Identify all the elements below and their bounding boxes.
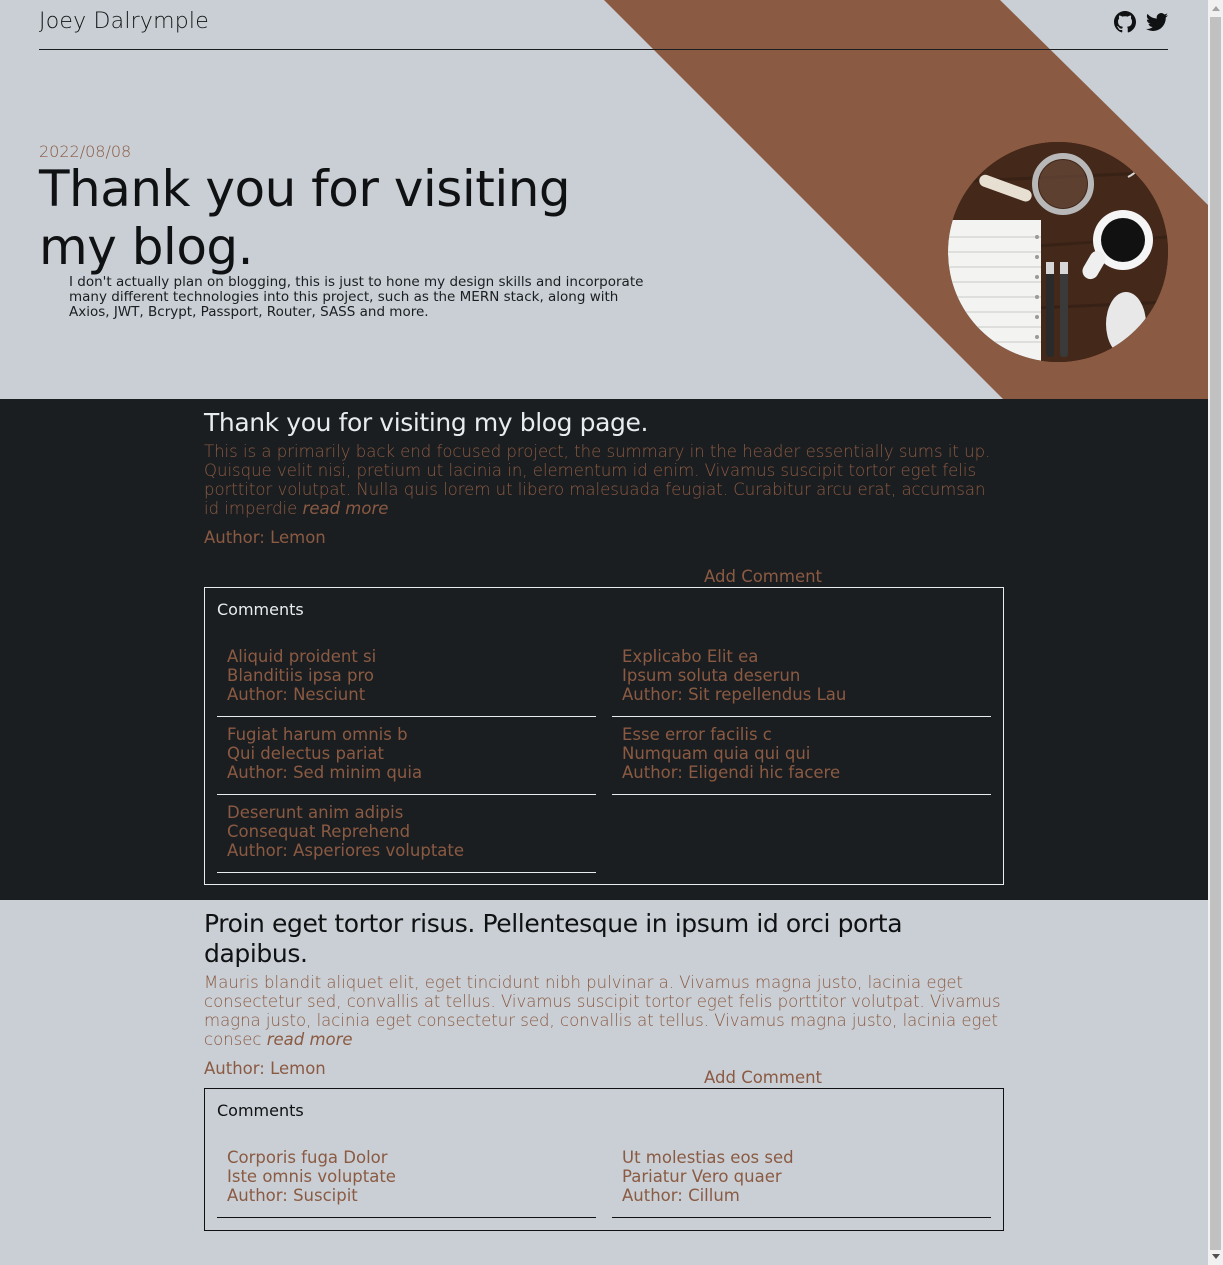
comment-title: Corporis fuga Dolor [227,1148,388,1167]
read-more-link[interactable]: read more [267,1030,353,1049]
comment-body: Consequat Reprehend [227,822,411,841]
comments-section: Comments Corporis fuga Dolor Iste omnis … [204,1088,1004,1231]
hero-title: Thank you for visiting my blog. [39,160,571,276]
comment-item: Aliquid proident si Blanditiis ipsa pro … [217,639,596,717]
blog-post: Thank you for visiting my blog page. Thi… [0,399,1208,900]
comment-author: Author: Sed minim quia [227,763,423,782]
comment-title: Esse error facilis c [622,725,772,744]
comment-author: Author: Suscipit [227,1186,358,1205]
post-body: This is a primarily back end focused pro… [204,442,1004,518]
desk-photo [948,142,1168,362]
comment-item: Fugiat harum omnis b Qui delectus pariat… [217,717,596,795]
comment-author: Author: Sit repellendus Lau [622,685,847,704]
github-icon[interactable] [1114,11,1136,33]
post-title: Thank you for visiting my blog page. [204,408,649,437]
hero-header: Joey Dalrymple 2022/08/08 Thank you for … [0,0,1208,399]
comment-title: Explicabo Elit ea [622,647,759,666]
scroll-down-arrow-icon[interactable] [1212,1254,1220,1259]
page: Joey Dalrymple 2022/08/08 Thank you for … [0,0,1208,1265]
hero-summary: I don't actually plan on blogging, this … [69,274,644,320]
comment-author: Author: Asperiores voluptate [227,841,465,860]
comment-body: Blanditiis ipsa pro [227,666,375,685]
comment-item: Deserunt anim adipis Consequat Reprehend… [217,795,596,873]
read-more-link[interactable]: read more [303,499,389,518]
post-content: Thank you for visiting my blog page. Thi… [204,408,1004,547]
post-content: Proin eget tortor risus. Pellentesque in… [204,909,1004,1078]
post-author: Author: Lemon [204,528,326,547]
scroll-up-arrow-icon[interactable] [1212,6,1220,11]
comment-body: Pariatur Vero quaer [622,1167,782,1186]
comment-body: Qui delectus pariat [227,744,385,763]
comment-title: Aliquid proident si [227,647,377,666]
comment-body: Ipsum soluta deserun [622,666,801,685]
comment-body: Numquam quia qui qui [622,744,811,763]
comment-author: Author: Eligendi hic facere [622,763,841,782]
comments-section: Comments Aliquid proident si Blanditiis … [204,587,1004,885]
comments-heading: Comments [217,1101,304,1120]
comment-author: Author: Cillum [622,1186,740,1205]
comments-heading: Comments [217,600,304,619]
scrollbar-thumb[interactable] [1210,17,1221,1250]
social-links [1114,11,1168,33]
comment-title: Deserunt anim adipis [227,803,404,822]
hero-date: 2022/08/08 [39,142,132,161]
site-owner-name[interactable]: Joey Dalrymple [39,9,209,34]
comment-author: Author: Nesciunt [227,685,366,704]
add-comment-button[interactable]: Add Comment [704,567,822,586]
comment-title: Ut molestias eos sed [622,1148,794,1167]
page-scrollbar[interactable] [1208,0,1223,1265]
post-body: Mauris blandit aliquet elit, eget tincid… [204,973,1004,1049]
post-author: Author: Lemon [204,1059,326,1078]
comment-item: Ut molestias eos sed Pariatur Vero quaer… [612,1140,991,1218]
twitter-icon[interactable] [1146,11,1168,33]
post-title: Proin eget tortor risus. Pellentesque in… [204,909,903,968]
comment-item: Explicabo Elit ea Ipsum soluta deserun A… [612,639,991,717]
add-comment-button[interactable]: Add Comment [704,1068,822,1087]
comment-body: Iste omnis voluptate [227,1167,396,1186]
comment-title: Fugiat harum omnis b [227,725,408,744]
header-divider [39,49,1168,50]
comment-item: Esse error facilis c Numquam quia qui qu… [612,717,991,795]
blog-post: Proin eget tortor risus. Pellentesque in… [0,900,1208,1265]
comment-item: Corporis fuga Dolor Iste omnis voluptate… [217,1140,596,1218]
